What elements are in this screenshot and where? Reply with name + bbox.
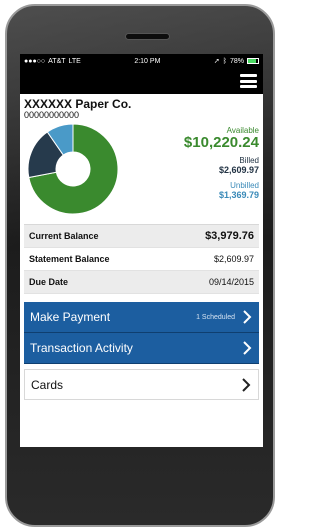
chevron-right-icon bbox=[242, 377, 251, 392]
due-date-label: Due Date bbox=[29, 277, 69, 287]
scheduled-count: 1 Scheduled bbox=[196, 313, 235, 321]
due-date-row: Due Date 09/14/2015 bbox=[24, 271, 259, 294]
battery-icon bbox=[246, 58, 259, 64]
cards-button[interactable]: Cards bbox=[24, 369, 259, 400]
make-payment-right: 1 Scheduled bbox=[196, 310, 253, 324]
current-balance-row: Current Balance $3,979.76 bbox=[24, 225, 259, 248]
current-balance-label: Current Balance bbox=[29, 231, 99, 241]
signal-icon: ●●●○○ bbox=[24, 57, 46, 65]
statement-balance-row: Statement Balance $2,609.97 bbox=[24, 248, 259, 271]
carrier-label: AT&T bbox=[48, 57, 66, 65]
make-payment-button[interactable]: Make Payment 1 Scheduled bbox=[24, 302, 259, 333]
bluetooth-icon: ᛒ bbox=[222, 57, 227, 65]
available-value: $10,220.24 bbox=[183, 134, 259, 151]
chevron-right-icon bbox=[243, 341, 252, 355]
transaction-activity-button[interactable]: Transaction Activity bbox=[24, 333, 259, 364]
action-list: Make Payment 1 Scheduled Transaction Act… bbox=[24, 302, 259, 400]
cards-label: Cards bbox=[31, 377, 64, 392]
account-number: 00000000000 bbox=[24, 110, 80, 120]
battery-percent: 78% bbox=[229, 57, 244, 65]
chevron-right-icon bbox=[243, 310, 252, 324]
earpiece-speaker bbox=[125, 33, 170, 40]
balance-table: Current Balance $3,979.76 Statement Bala… bbox=[24, 224, 259, 294]
unbilled-label: Unbilled bbox=[230, 181, 259, 190]
billed-value: $2,609.97 bbox=[218, 165, 259, 175]
balance-summary: Available $10,220.24 Billed $2,609.97 Un… bbox=[20, 120, 263, 224]
nav-bar bbox=[20, 68, 263, 94]
network-label: LTE bbox=[68, 57, 81, 65]
make-payment-label: Make Payment bbox=[30, 310, 111, 324]
battery-fill bbox=[247, 59, 256, 63]
due-date-value: 09/14/2015 bbox=[208, 277, 254, 287]
statement-balance-label: Statement Balance bbox=[29, 254, 110, 264]
phone-bottom-bezel bbox=[20, 447, 263, 521]
status-time: 2:10 PM bbox=[134, 57, 161, 65]
status-left: ●●●○○ AT&T LTE bbox=[24, 58, 81, 65]
unbilled-value: $1,369.79 bbox=[218, 190, 259, 200]
menu-icon[interactable] bbox=[240, 74, 257, 88]
summary-amounts: Available $10,220.24 Billed $2,609.97 Un… bbox=[184, 126, 259, 200]
location-icon: ➚ bbox=[213, 58, 220, 65]
status-bar: ●●●○○ AT&T LTE 2:10 PM ➚ ᛒ 78% bbox=[20, 54, 263, 68]
status-right: ➚ ᛒ 78% bbox=[214, 57, 259, 65]
statement-balance-value: $2,609.97 bbox=[213, 254, 254, 264]
app-screen: ●●●○○ AT&T LTE 2:10 PM ➚ ᛒ 78% XXXXXX Pa… bbox=[20, 54, 263, 447]
transaction-activity-label: Transaction Activity bbox=[30, 341, 133, 355]
billed-label: Billed bbox=[239, 156, 259, 165]
current-balance-value: $3,979.76 bbox=[205, 230, 254, 242]
balance-donut-chart bbox=[27, 123, 119, 215]
account-header: XXXXXX Paper Co. 00000000000 bbox=[20, 94, 263, 120]
